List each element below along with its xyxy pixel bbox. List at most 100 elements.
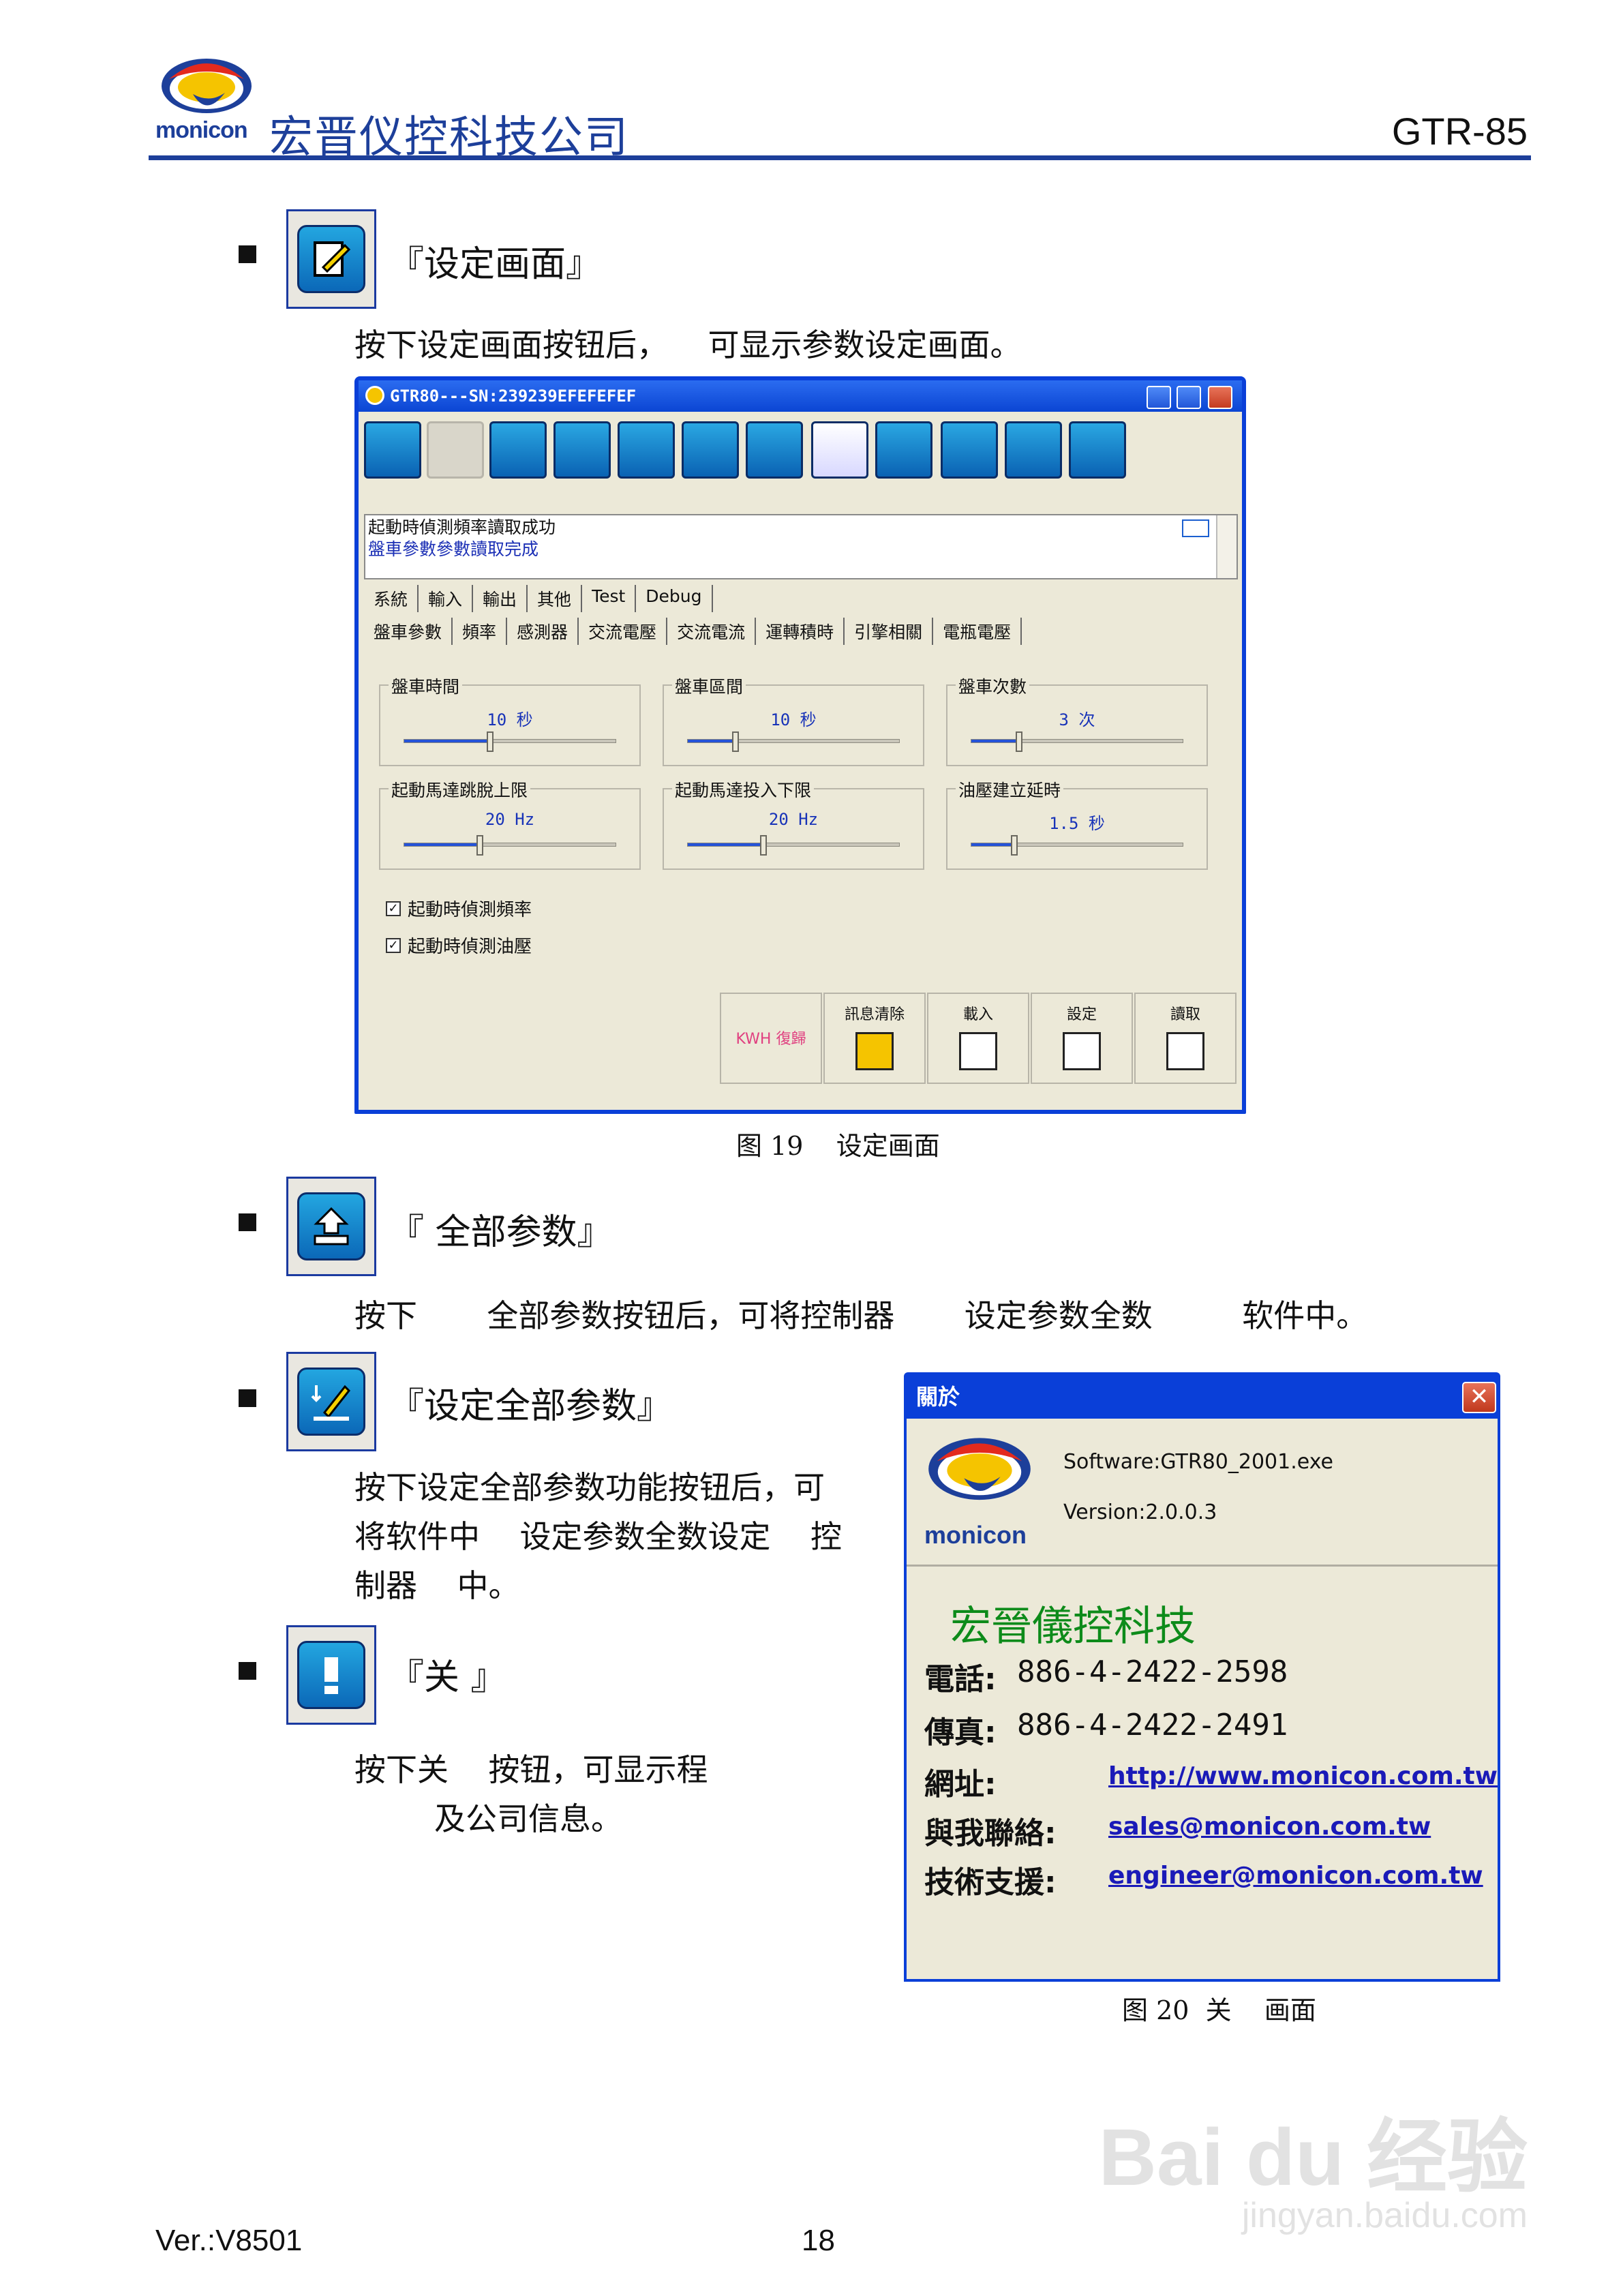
toolbar-eye-icon[interactable] [811,421,868,479]
checkbox-detect-oil-pressure[interactable]: ✓ 起動時偵測油壓 [386,933,532,958]
eraser-icon [855,1032,894,1070]
about-logo-wordmark: monicon [924,1521,1027,1549]
about-web-link[interactable]: http://www.monicon.com.tw [1108,1762,1498,1790]
about-divider [907,1565,1498,1567]
watermark: Bai du 经验 jingyan.baidu.com [1098,2113,1528,2236]
settings-window-client: 起動時偵測頻率讀取成功 盤車參數參數讀取完成 系統 輸入 輸出 其他 Test … [359,412,1242,1110]
about-button-icon-frame [286,1625,376,1725]
param-slider-thumb[interactable] [487,731,494,752]
section-title-read-all: 『 全部参数』 [389,1212,613,1253]
toolbar-write-icon[interactable] [1005,421,1062,479]
tab-frequency[interactable]: 頻率 [453,618,508,645]
about-fax-label: 傳真: [924,1715,997,1750]
param-slider-thumb[interactable] [1011,835,1018,856]
set-all-button-icon-frame [286,1352,376,1451]
param-slider-fill [404,740,490,742]
scrollbar[interactable] [1216,515,1237,578]
write-document-icon [1063,1032,1101,1070]
figure20-caption: 图 20 关 画面 [1122,1995,1316,2025]
tab-output[interactable]: 輸出 [473,585,528,612]
setting-button-icon-frame [286,209,376,309]
param-group: 盤車時間 10 秒 [379,674,641,766]
tab-ac-current[interactable]: 交流電流 [667,618,757,645]
connect-icon[interactable] [364,421,421,479]
load-button[interactable]: 載入 [927,993,1029,1084]
about-version: Version:2.0.0.3 [1063,1500,1217,1524]
tab-run-hours[interactable]: 運轉積時 [756,618,845,645]
page-number: 18 [802,2224,835,2257]
param-group-value: 1.5 秒 [1049,814,1105,833]
tab-system[interactable]: 系統 [364,585,419,612]
header-rule [149,155,1531,160]
exclamation-icon [297,1641,365,1709]
read-button[interactable]: 讀取 [1134,993,1237,1084]
param-slider-thumb[interactable] [760,835,767,856]
toolbar-info-icon[interactable] [1069,421,1126,479]
about-support-label: 技術支援: [924,1865,1057,1900]
param-group-value: 10 秒 [770,710,817,729]
tab-cranking[interactable]: 盤車參數 [364,618,453,645]
section-title-about: 『关 』 [389,1657,506,1698]
tab-battery[interactable]: 電瓶電壓 [933,618,1022,645]
param-slider[interactable] [971,835,1183,856]
tab-engine[interactable]: 引擎相關 [845,618,934,645]
about-web-label: 網址: [924,1767,997,1802]
param-group-value: 20 Hz [485,810,535,829]
param-slider-thumb[interactable] [1016,731,1022,752]
param-slider[interactable] [404,835,616,856]
watermark-brand: Bai du 经验 [1098,2113,1528,2203]
load-file-icon [959,1032,997,1070]
checkbox-detect-frequency[interactable]: ✓ 起動時偵測頻率 [386,896,532,921]
set-label: 設定 [1066,1006,1097,1023]
kwh-reset-button[interactable]: KWH 復歸 [720,993,822,1084]
tab-debug[interactable]: Debug [636,585,713,612]
about-close-button[interactable]: ✕ [1462,1382,1496,1413]
param-slider-thumb[interactable] [476,835,483,856]
toolbar-tool-icon[interactable] [489,421,547,479]
clear-messages-button[interactable]: 訊息清除 [823,993,926,1084]
clear-messages-label: 訊息清除 [844,1006,905,1023]
param-slider-fill [688,843,763,846]
param-group-label: 油壓建立延時 [956,777,1064,802]
param-slider[interactable] [687,835,900,856]
param-group: 油壓建立延時 1.5 秒 [946,777,1208,870]
tab-sensor[interactable]: 感測器 [507,618,579,645]
about-phone-label: 電話: [924,1662,997,1697]
model-number: GTR-85 [1391,110,1528,153]
section-desc-set-all-line3: 制器 中。 [354,1567,520,1604]
param-slider[interactable] [404,731,616,752]
logo-wordmark: monicon [155,117,248,143]
about-logo-icon [928,1438,1031,1500]
tab-input[interactable]: 輸入 [419,585,474,612]
toolbar-book-icon[interactable] [553,421,611,479]
settings-window-title: GTR80---SN:239239EFEFEFEF [390,387,637,406]
set-button[interactable]: 設定 [1031,993,1133,1084]
about-support-link[interactable]: engineer@monicon.com.tw [1108,1862,1483,1890]
maximize-button[interactable] [1177,386,1201,409]
read-document-icon [1166,1032,1204,1070]
write-pen-icon [297,1368,365,1436]
about-contact-link[interactable]: sales@monicon.com.tw [1108,1813,1431,1841]
close-button[interactable] [1208,386,1232,409]
disconnect-icon[interactable] [427,421,484,479]
section-desc-about-line1: 按下关 按钮，可显示程 [354,1751,708,1788]
toolbar-edit-icon[interactable] [875,421,932,479]
param-slider-thumb[interactable] [732,731,739,752]
minimize-button[interactable] [1147,386,1171,409]
param-slider[interactable] [687,731,900,752]
tab-other[interactable]: 其他 [528,585,583,612]
action-buttons: KWH 復歸 訊息清除 載入 設定 讀取 [720,993,1238,1084]
toolbar-disk-icon[interactable] [746,421,803,479]
tab-test[interactable]: Test [582,585,637,612]
toolbar-upload-icon[interactable] [941,421,998,479]
param-group-value: 10 秒 [487,710,533,729]
param-slider[interactable] [971,731,1183,752]
sub-tabs: 盤車參數 頻率 感測器 交流電壓 交流電流 運轉積時 引擎相關 電瓶電壓 [364,618,1022,645]
footer-version: Ver.:V8501 [155,2224,303,2257]
toolbar-hand-icon[interactable] [682,421,739,479]
param-group-label: 起動馬達跳脫上限 [389,777,531,802]
toolbar-gauge-icon[interactable] [618,421,675,479]
message-box: 起動時偵測頻率讀取成功 盤車參數參數讀取完成 [364,514,1238,579]
upload-tray-icon [297,1192,365,1260]
tab-ac-voltage[interactable]: 交流電壓 [579,618,668,645]
